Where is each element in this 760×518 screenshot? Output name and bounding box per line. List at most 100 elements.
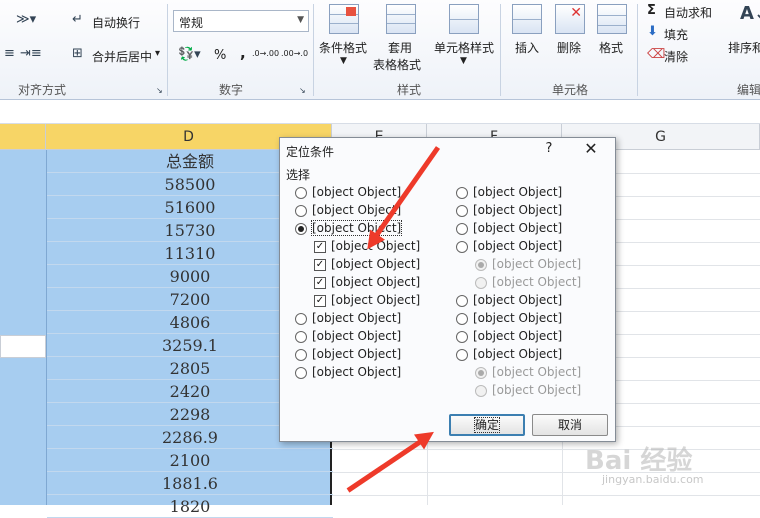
option-label: [object Object] — [473, 239, 563, 253]
percent-button[interactable]: % — [214, 48, 226, 63]
table-cell[interactable]: 1820 — [47, 495, 333, 518]
close-icon[interactable]: ✕ — [582, 139, 600, 158]
ok-button[interactable]: 确定 — [449, 414, 525, 436]
select-group-label: 选择 — [286, 168, 311, 182]
column-header-c[interactable] — [0, 124, 46, 150]
radio-icon — [456, 349, 468, 361]
group-label-styles: 样式 — [397, 83, 422, 97]
unselected-cell[interactable] — [0, 335, 46, 358]
option-label: [object Object] — [492, 365, 582, 379]
indent-decrease-icon[interactable]: ≡ — [4, 46, 15, 61]
checkbox-icon: ✓ — [314, 241, 326, 253]
merge-dropdown-icon[interactable]: ▾ — [155, 48, 160, 59]
radio-icon — [456, 241, 468, 253]
option-label: [object Object] — [473, 203, 563, 217]
eraser-icon: ⌫ — [647, 47, 666, 62]
alignment-launcher-icon[interactable]: ↘ — [156, 86, 163, 95]
cell-style-icon — [449, 4, 479, 34]
option-label: [object Object] — [331, 275, 421, 289]
group-label-editing: 编辑 — [737, 83, 760, 97]
radio-icon — [295, 331, 307, 343]
radio-icon — [295, 349, 307, 361]
cancel-button[interactable]: 取消 — [532, 414, 608, 436]
option-label: [object Object] — [312, 185, 402, 199]
baidu-watermark-url: jingyan.baidu.com — [602, 473, 704, 486]
format-label: 格式 — [599, 41, 624, 55]
radio-icon — [295, 313, 307, 325]
checkbox-icon: ✓ — [314, 259, 326, 271]
option-label: [object Object] — [312, 311, 402, 325]
table-format-label-1: 套用 — [388, 41, 413, 55]
radio-icon — [475, 259, 487, 271]
comma-button[interactable]: , — [240, 44, 246, 62]
number-format-value: 常规 — [179, 16, 204, 30]
option-label: [object Object] — [473, 185, 563, 199]
ok-label: 确定 — [473, 417, 501, 433]
radio-icon — [456, 331, 468, 343]
number-format-select[interactable]: 常规 ▼ — [173, 10, 309, 32]
autosum-label: 自动求和 — [664, 6, 713, 20]
wrap-text-label: 自动换行 — [92, 16, 141, 30]
wrap-text-icon: ↵ — [72, 12, 83, 27]
chevron-down-icon: ▼ — [297, 15, 304, 25]
option-label: [object Object] — [492, 275, 582, 289]
chevron-down-icon: ▼ — [340, 56, 347, 66]
group-label-alignment: 对齐方式 — [18, 83, 67, 97]
formula-bar[interactable] — [0, 101, 760, 124]
table-format-icon — [386, 4, 416, 34]
group-label-cells: 单元格 — [552, 83, 589, 97]
option-label: [object Object] — [492, 383, 582, 397]
table-cell[interactable]: 1881.6 — [47, 472, 333, 495]
cancel-label: 取消 — [557, 418, 582, 432]
delete-label: 删除 — [557, 41, 582, 55]
selected-column-c[interactable] — [0, 150, 46, 505]
fill-icon: ⬇ — [647, 24, 658, 39]
radio-icon — [295, 205, 307, 217]
option-label: [object Object] — [473, 347, 563, 361]
help-icon[interactable]: ? — [542, 141, 556, 156]
table-cell[interactable]: 2100 — [47, 449, 333, 472]
radio-icon — [295, 367, 307, 379]
decimal-increase-button[interactable]: .0→.00 — [252, 49, 279, 58]
indent-increase-icon[interactable]: ⇥≡ — [20, 46, 42, 61]
currency-icon[interactable]: 💱▾ — [178, 47, 201, 62]
orientation-icon[interactable]: ≫▾ — [16, 12, 36, 27]
conditional-format-label: 条件格式 — [319, 41, 368, 55]
sigma-icon: Σ — [647, 3, 656, 18]
table-format-label-2: 表格格式 — [373, 58, 422, 72]
radio-icon — [456, 205, 468, 217]
option-label: [object Object] — [331, 293, 421, 307]
option-label: [object Object] — [312, 329, 402, 343]
format-icon — [597, 4, 627, 34]
insert-label: 插入 — [515, 41, 540, 55]
radio-icon — [295, 187, 307, 199]
ribbon: ≫▾ ≡ ⇥≡ ↵ 自动换行 ⊞ 合并后居中 ▾ 对齐方式 ↘ 常规 ▼ 💱▾ … — [0, 0, 760, 100]
grid-line — [332, 449, 760, 450]
baidu-watermark: Bai 经验 — [585, 446, 693, 476]
option-label: [object Object] — [473, 311, 563, 325]
conditional-format-icon — [329, 4, 359, 34]
radio-icon — [475, 385, 487, 397]
grid-line — [332, 495, 760, 496]
radio-icon — [295, 223, 307, 235]
decimal-decrease-button[interactable]: .00→.0 — [281, 49, 308, 58]
group-label-number: 数字 — [219, 83, 244, 97]
sort-filter-label: 排序和 — [728, 41, 760, 55]
radio-icon — [456, 313, 468, 325]
checkbox-icon: ✓ — [314, 277, 326, 289]
merge-icon: ⊞ — [72, 46, 83, 61]
sort-az-icon: A↓ — [740, 3, 760, 24]
cell-style-label: 单元格样式 — [434, 41, 495, 55]
clear-label: 清除 — [664, 50, 689, 64]
group-divider — [313, 4, 314, 96]
radio-icon — [456, 223, 468, 235]
merge-center-label: 合并后居中 — [92, 50, 153, 64]
group-divider — [167, 4, 168, 96]
checkbox-icon: ✓ — [314, 295, 326, 307]
dialog-title: 定位条件 — [286, 145, 335, 159]
number-launcher-icon[interactable]: ↘ — [299, 86, 306, 95]
radio-icon — [475, 277, 487, 289]
fill-label: 填充 — [664, 28, 689, 42]
option-label: [object Object] — [312, 347, 402, 361]
go-to-special-dialog: 定位条件 ? ✕ 选择 [object Object] [object Objec… — [279, 137, 616, 442]
